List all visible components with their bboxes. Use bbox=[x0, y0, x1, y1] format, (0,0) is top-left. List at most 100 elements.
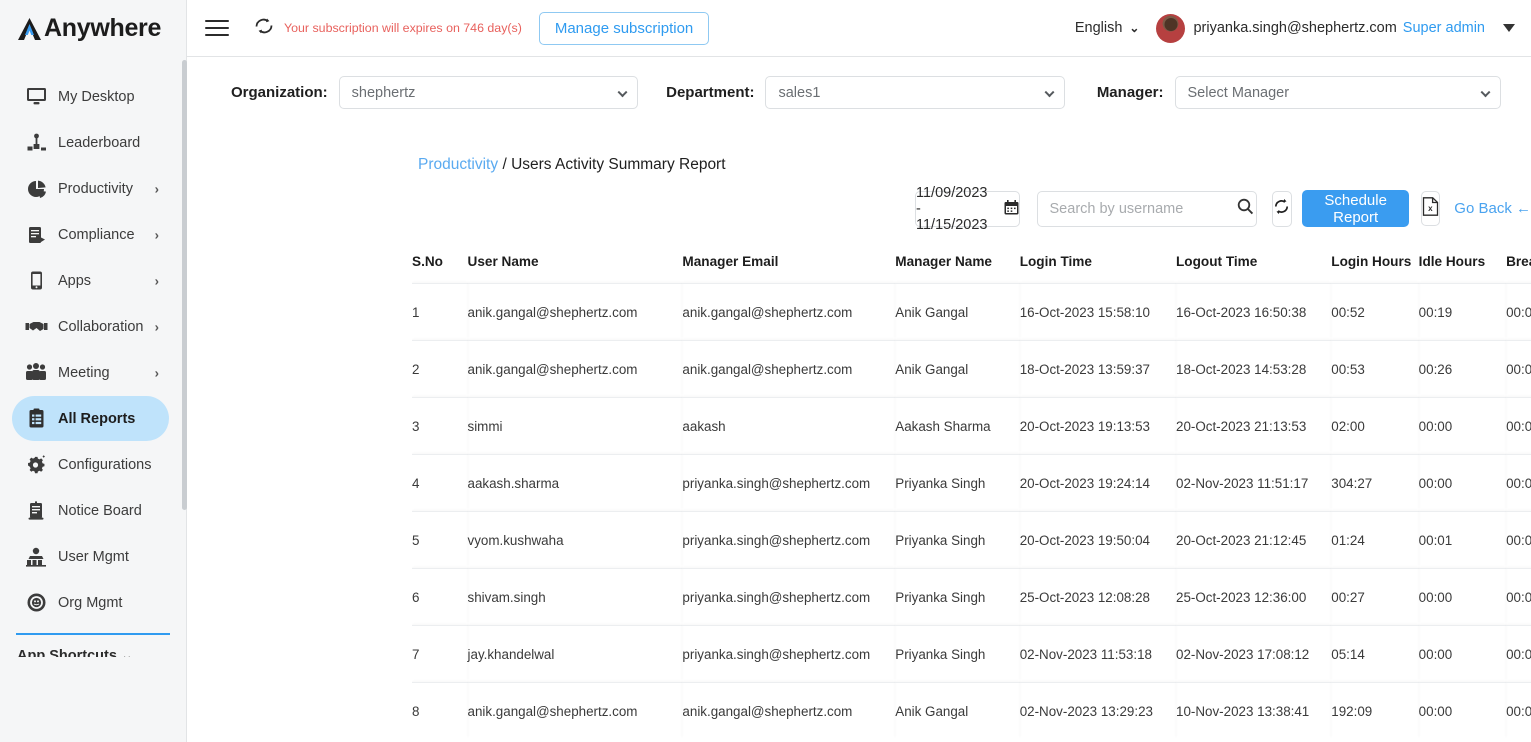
table-row[interactable]: 2 anik.gangal@shephertz.com anik.gangal@sh… bbox=[412, 340, 1531, 397]
sidebar-item-label: All Reports bbox=[58, 410, 136, 427]
sidebar-item-my-desktop[interactable]: My Desktop bbox=[12, 74, 169, 119]
main-content: Your subscription will expires on 746 da… bbox=[187, 0, 1531, 742]
table-row[interactable]: 5 vyom.kushwaha priyanka.singh@shephertz.c… bbox=[412, 511, 1531, 568]
cell-manager-email: anik.gangal@shephertz.com bbox=[682, 283, 896, 340]
cell-break-hours: 00:00 bbox=[1506, 283, 1531, 340]
cell-manager-name: Priyanka Singh bbox=[895, 511, 1020, 568]
cell-idle-hours: 00:00 bbox=[1418, 397, 1507, 454]
cell-manager-email: priyanka.singh@shephertz.com bbox=[682, 454, 896, 511]
sidebar-item-compliance[interactable]: Compliance › bbox=[12, 212, 169, 257]
cell-login-hours: 00:52 bbox=[1331, 283, 1419, 340]
table-row[interactable]: 7 jay.khandelwal priyanka.singh@shephertz.… bbox=[412, 625, 1531, 682]
cell-user-name: vyom.kushwaha bbox=[467, 511, 683, 568]
gear-icon bbox=[23, 453, 49, 477]
column-header-login-time: Login Time bbox=[1019, 254, 1092, 269]
cell-login-hours: 304:27 bbox=[1331, 454, 1419, 511]
excel-export-button[interactable]: x bbox=[1420, 191, 1441, 226]
search-icon[interactable] bbox=[1237, 198, 1254, 220]
cell-login-hours: 192:09 bbox=[1331, 682, 1419, 739]
table-row[interactable]: 8 anik.gangal@shephertz.com anik.gangal@sh… bbox=[412, 682, 1531, 739]
sidebar-item-label: Collaboration bbox=[58, 318, 144, 335]
department-value: sales1 bbox=[778, 84, 821, 101]
cell-idle-hours: 00:01 bbox=[1418, 511, 1507, 568]
table-row[interactable]: 4 aakash.sharma priyanka.singh@shephertz.c… bbox=[412, 454, 1531, 511]
cell-logout-time: 16-Oct-2023 16:50:38 bbox=[1176, 283, 1332, 340]
sidebar-item-org-mgmt[interactable]: Org Mgmt bbox=[12, 580, 169, 625]
search-input[interactable] bbox=[1049, 200, 1237, 217]
cell-login-time: 16-Oct-2023 15:58:10 bbox=[1019, 283, 1176, 340]
cell-logout-time: 25-Oct-2023 12:36:00 bbox=[1176, 568, 1332, 625]
app-shortcuts-toggle[interactable]: App Shortcuts ⌄ bbox=[0, 635, 186, 657]
chevron-down-icon: ⌄ bbox=[120, 648, 134, 657]
breadcrumb-separator: / bbox=[502, 156, 507, 173]
cell-login-hours: 05:14 bbox=[1331, 625, 1419, 682]
chevron-right-icon: › bbox=[154, 319, 159, 334]
search-box[interactable] bbox=[1036, 190, 1257, 227]
sidebar-item-label: Apps bbox=[58, 272, 92, 289]
cell-manager-name: Priyanka Singh bbox=[895, 625, 1020, 682]
column-header-sno: S.No bbox=[412, 254, 443, 269]
subscription-notice: Your subscription will expires on 746 da… bbox=[253, 17, 522, 40]
cell-idle-hours: 00:26 bbox=[1418, 340, 1507, 397]
chevron-right-icon: › bbox=[154, 227, 159, 242]
cell-login-time: 02-Nov-2023 13:29:23 bbox=[1019, 682, 1176, 739]
noticeboard-icon bbox=[23, 499, 49, 523]
schedule-report-button[interactable]: Schedule Report bbox=[1302, 190, 1409, 227]
manage-subscription-button[interactable]: Manage subscription bbox=[538, 11, 710, 45]
avatar[interactable] bbox=[1156, 13, 1186, 43]
cell-manager-name: Anik Gangal bbox=[895, 283, 1020, 340]
sidebar-item-apps[interactable]: Apps › bbox=[12, 258, 169, 303]
top-bar: Your subscription will expires on 746 da… bbox=[187, 0, 1531, 57]
cell-idle-hours: 00:00 bbox=[1418, 568, 1507, 625]
cell-logout-time: 02-Nov-2023 11:51:17 bbox=[1176, 454, 1332, 511]
date-range-picker[interactable]: 11/09/2023 - 11/15/2023 bbox=[915, 185, 1020, 233]
cell-user-name: anik.gangal@shephertz.com bbox=[467, 283, 683, 340]
go-back-link[interactable]: Go Back ← bbox=[1454, 200, 1531, 217]
cell-login-time: 02-Nov-2023 11:53:18 bbox=[1019, 625, 1176, 682]
column-header-break-hours: Break Hours bbox=[1506, 254, 1531, 269]
manager-value: Select Manager bbox=[1187, 84, 1290, 101]
manager-label: Manager: bbox=[1096, 84, 1164, 101]
table-row[interactable]: 6 shivam.singh priyanka.singh@shephertz.co… bbox=[412, 568, 1531, 625]
cell-break-hours: 00:03 bbox=[1506, 454, 1531, 511]
table-header-row: S.No User Name Manager Email Manager Nam… bbox=[412, 254, 1531, 283]
sidebar-item-meeting[interactable]: Meeting › bbox=[12, 350, 169, 395]
cell-sno: 3 bbox=[412, 397, 468, 454]
sidebar-item-user-mgmt[interactable]: User Mgmt bbox=[12, 534, 169, 579]
brand-logo[interactable]: Anywhere bbox=[0, 0, 186, 57]
user-menu-chevron-down-icon[interactable] bbox=[1503, 24, 1515, 32]
sidebar-item-all-reports[interactable]: All Reports bbox=[12, 396, 169, 441]
cell-manager-email: anik.gangal@shephertz.com bbox=[682, 340, 896, 397]
podium-icon bbox=[23, 131, 49, 155]
department-select[interactable]: sales1 bbox=[765, 76, 1065, 109]
sidebar-item-productivity[interactable]: Productivity › bbox=[12, 166, 169, 211]
cell-manager-name: Anik Gangal bbox=[895, 340, 1020, 397]
hamburger-icon[interactable] bbox=[205, 15, 229, 40]
column-header-manager-email: Manager Email bbox=[682, 254, 779, 269]
breadcrumb-parent-link[interactable]: Productivity bbox=[418, 156, 498, 173]
sidebar-item-configurations[interactable]: Configurations bbox=[12, 442, 169, 487]
refresh-button[interactable] bbox=[1271, 190, 1293, 227]
cell-user-name: simmi bbox=[467, 397, 683, 454]
top-bar-right: English ⌄ priyanka.singh@shephertz.com S… bbox=[1075, 13, 1515, 43]
sidebar-item-label: User Mgmt bbox=[58, 548, 129, 565]
cell-idle-hours: 00:00 bbox=[1418, 682, 1507, 739]
sidebar-item-notice-board[interactable]: Notice Board bbox=[12, 488, 169, 533]
cell-manager-name: Priyanka Singh bbox=[895, 568, 1020, 625]
table-row[interactable]: 1 anik.gangal@shephertz.com anik.gangal@sh… bbox=[412, 283, 1531, 340]
organization-select[interactable]: shephertz bbox=[338, 76, 639, 109]
clipboard-check-icon bbox=[23, 223, 49, 247]
language-selector[interactable]: English ⌄ bbox=[1075, 20, 1140, 36]
manager-select[interactable]: Select Manager bbox=[1174, 76, 1501, 109]
cell-sno: 7 bbox=[412, 625, 468, 682]
table-row[interactable]: 3 simmi aakash Aakash Sharma 20-Oct-2023 19:… bbox=[412, 397, 1531, 454]
calendar-icon bbox=[1004, 199, 1019, 218]
column-header-idle-hours: Idle Hours bbox=[1418, 254, 1486, 269]
users-activity-table: S.No User Name Manager Email Manager Nam… bbox=[412, 254, 1531, 739]
sidebar-item-label: Notice Board bbox=[58, 502, 142, 519]
cell-break-hours: 00:00 bbox=[1506, 397, 1531, 454]
organization-label: Organization: bbox=[231, 84, 328, 101]
sidebar-item-leaderboard[interactable]: Leaderboard bbox=[12, 120, 169, 165]
cell-login-time: 18-Oct-2023 13:59:37 bbox=[1019, 340, 1176, 397]
sidebar-item-collaboration[interactable]: Collaboration › bbox=[12, 304, 169, 349]
